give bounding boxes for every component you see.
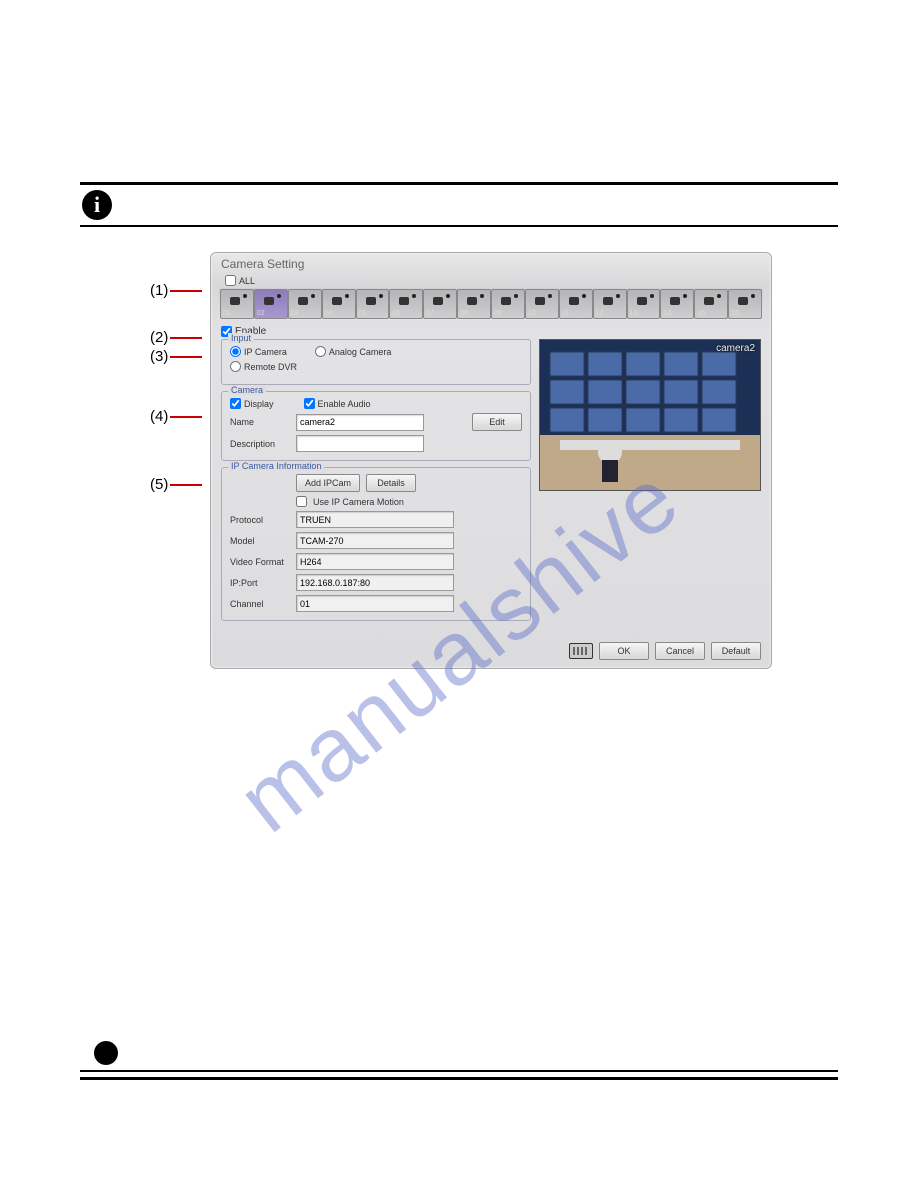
rule-top-2 xyxy=(80,225,838,227)
motion-checkbox[interactable] xyxy=(296,496,307,507)
callout-4: (4) xyxy=(150,408,170,425)
camera-tile-15[interactable]: 15 xyxy=(694,289,728,319)
add-ipcam-button[interactable]: Add IPCam xyxy=(296,474,360,492)
camera-strip: 01020304050607080910111213141516 xyxy=(219,288,763,320)
audio-checkbox-wrap[interactable]: Enable Audio xyxy=(304,398,371,409)
callout-1: (1) xyxy=(150,282,170,299)
camera-tile-05[interactable]: 05 xyxy=(356,289,390,319)
audio-label: Enable Audio xyxy=(318,399,371,409)
camera-tile-04[interactable]: 04 xyxy=(322,289,356,319)
display-checkbox[interactable] xyxy=(230,398,241,409)
channel-value xyxy=(296,595,454,612)
info-icon: i xyxy=(82,190,112,220)
rule-bottom-2 xyxy=(80,1077,838,1080)
callout-2-line xyxy=(170,337,202,339)
details-button[interactable]: Details xyxy=(366,474,416,492)
display-label: Display xyxy=(244,399,274,409)
radio-analog-input[interactable] xyxy=(315,346,326,357)
preview-label: camera2 xyxy=(716,343,755,354)
ipcam-info-fieldset: IP Camera Information Add IPCam Details … xyxy=(221,467,531,621)
radio-remote-dvr-input[interactable] xyxy=(230,361,241,372)
radio-remote-dvr-label: Remote DVR xyxy=(244,362,297,372)
callout-2: (2) xyxy=(150,329,170,346)
ipport-label: IP:Port xyxy=(230,578,290,588)
camera-tile-02[interactable]: 02 xyxy=(254,289,288,319)
camera-fieldset: Camera Display Enable Audio Name xyxy=(221,391,531,461)
name-label: Name xyxy=(230,417,290,427)
camera-tile-12[interactable]: 12 xyxy=(593,289,627,319)
callout-3: (3) xyxy=(150,348,170,365)
rule-top-1 xyxy=(80,182,838,185)
protocol-label: Protocol xyxy=(230,515,290,525)
camera-tile-14[interactable]: 14 xyxy=(660,289,694,319)
camera-tile-09[interactable]: 09 xyxy=(491,289,525,319)
name-input[interactable] xyxy=(296,414,424,431)
ipport-value xyxy=(296,574,454,591)
camera-tile-13[interactable]: 13 xyxy=(627,289,661,319)
default-button[interactable]: Default xyxy=(711,642,761,660)
ok-button[interactable]: OK xyxy=(599,642,649,660)
callout-5: (5) xyxy=(150,476,170,493)
model-label: Model xyxy=(230,536,290,546)
camera-setting-dialog: Camera Setting ALL 010203040506070809101… xyxy=(210,252,772,669)
model-value xyxy=(296,532,454,549)
camera-preview: camera2 xyxy=(539,339,761,491)
radio-ipcamera[interactable]: IP Camera xyxy=(230,346,287,357)
all-label: ALL xyxy=(239,276,255,286)
radio-analog[interactable]: Analog Camera xyxy=(315,346,392,357)
radio-ipcamera-input[interactable] xyxy=(230,346,241,357)
cancel-button[interactable]: Cancel xyxy=(655,642,705,660)
description-label: Description xyxy=(230,439,290,449)
camera-tile-16[interactable]: 16 xyxy=(728,289,762,319)
callout-1-line xyxy=(170,290,202,292)
dialog-title: Camera Setting xyxy=(211,253,771,273)
camera-legend: Camera xyxy=(228,385,266,395)
page-number-dot xyxy=(94,1041,118,1065)
format-label: Video Format xyxy=(230,557,290,567)
callout-4-line xyxy=(170,416,202,418)
rule-bottom-1 xyxy=(80,1070,838,1072)
camera-tile-03[interactable]: 03 xyxy=(288,289,322,319)
keyboard-icon[interactable] xyxy=(569,643,593,659)
description-input[interactable] xyxy=(296,435,424,452)
channel-label: Channel xyxy=(230,599,290,609)
camera-tile-08[interactable]: 08 xyxy=(457,289,491,319)
all-checkbox[interactable] xyxy=(225,275,236,286)
camera-tile-07[interactable]: 07 xyxy=(423,289,457,319)
display-checkbox-wrap[interactable]: Display xyxy=(230,398,274,409)
input-fieldset: Input IP Camera Analog Camera xyxy=(221,339,531,385)
camera-tile-11[interactable]: 11 xyxy=(559,289,593,319)
ipcam-legend: IP Camera Information xyxy=(228,461,324,471)
radio-remote-dvr[interactable]: Remote DVR xyxy=(230,361,297,372)
edit-button[interactable]: Edit xyxy=(472,413,522,431)
callout-5-line xyxy=(170,484,202,486)
camera-tile-01[interactable]: 01 xyxy=(220,289,254,319)
camera-tile-06[interactable]: 06 xyxy=(389,289,423,319)
radio-ipcamera-label: IP Camera xyxy=(244,347,287,357)
callout-3-line xyxy=(170,356,202,358)
radio-analog-label: Analog Camera xyxy=(329,347,392,357)
input-legend: Input xyxy=(228,333,254,343)
audio-checkbox[interactable] xyxy=(304,398,315,409)
camera-tile-10[interactable]: 10 xyxy=(525,289,559,319)
protocol-value xyxy=(296,511,454,528)
format-value xyxy=(296,553,454,570)
motion-label: Use IP Camera Motion xyxy=(313,497,404,507)
